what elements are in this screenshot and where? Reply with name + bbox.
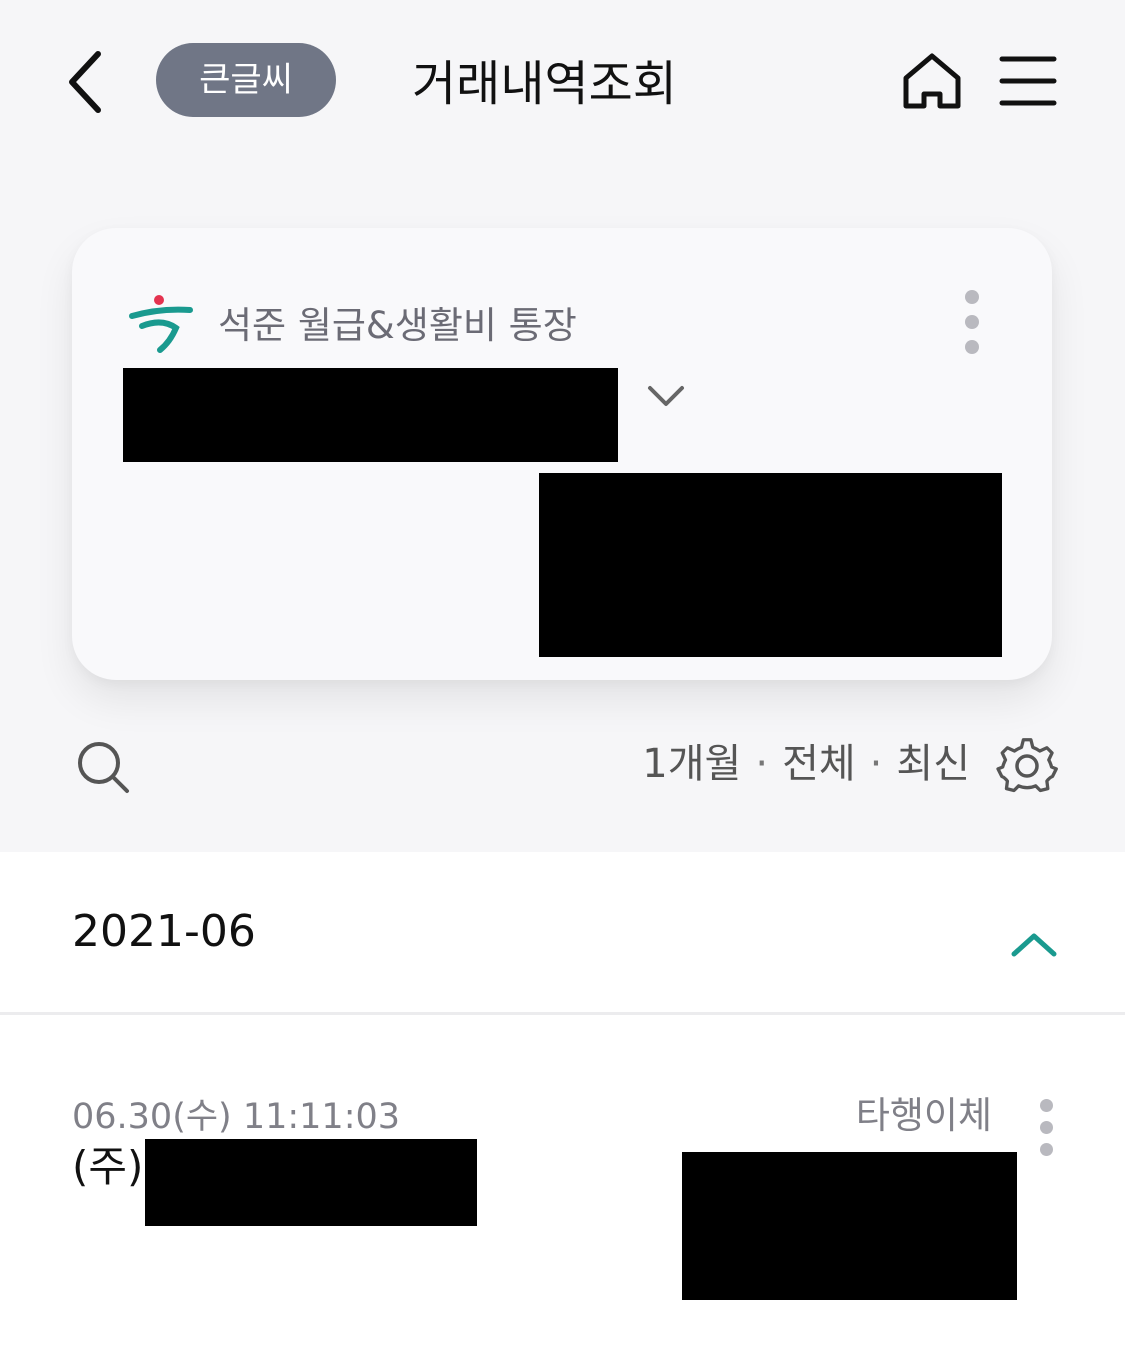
month-section-header[interactable]: 2021-06 <box>0 852 1125 1015</box>
filter-type: 전체 <box>782 741 856 787</box>
account-select-dropdown[interactable] <box>644 378 688 418</box>
dot <box>1040 1143 1053 1156</box>
transaction-amount-redacted <box>682 1152 1017 1300</box>
transaction-more-button[interactable] <box>1034 1099 1060 1157</box>
account-name: 석준 월급&생활비 통장 <box>218 304 577 347</box>
dot <box>965 290 979 304</box>
filter-separator: · <box>869 741 883 787</box>
account-more-button[interactable] <box>958 290 986 354</box>
filter-order: 최신 <box>896 741 970 787</box>
chevron-up-icon <box>1011 933 1057 957</box>
filter-summary[interactable]: 1개월 · 전체 · 최신 <box>560 736 970 792</box>
transaction-datetime: 06.30(수) 11:11:03 <box>72 1097 401 1137</box>
chevron-down-icon <box>648 386 684 406</box>
back-button[interactable] <box>58 44 118 120</box>
hana-bank-logo-icon <box>129 295 193 353</box>
collapse-month-button[interactable] <box>1008 928 1060 958</box>
account-number-redacted <box>123 368 618 462</box>
transaction-name-redacted <box>145 1139 477 1226</box>
search-icon <box>78 742 129 793</box>
dot <box>1040 1099 1053 1112</box>
header: 큰글씨 거래내역조회 <box>0 0 1125 160</box>
transaction-type: 타행이체 <box>855 1094 992 1137</box>
account-balance-redacted <box>539 473 1002 657</box>
dot <box>965 315 979 329</box>
dot <box>1040 1121 1053 1134</box>
settings-button[interactable] <box>996 735 1058 797</box>
home-button[interactable] <box>900 50 964 112</box>
large-font-button[interactable]: 큰글씨 <box>156 43 336 117</box>
gear-icon <box>996 738 1058 793</box>
page-title: 거래내역조회 <box>412 56 677 112</box>
chevron-left-icon <box>69 51 101 113</box>
account-card[interactable]: 석준 월급&생활비 통장 <box>72 228 1052 680</box>
transaction-name-prefix: (주) <box>72 1142 144 1191</box>
month-label: 2021-06 <box>72 906 256 957</box>
search-button[interactable] <box>74 738 132 796</box>
bank-logo <box>128 294 194 354</box>
hamburger-menu-icon <box>999 56 1057 106</box>
home-icon <box>903 53 961 109</box>
filter-separator: · <box>755 741 769 787</box>
dot <box>965 340 979 354</box>
menu-button[interactable] <box>998 52 1060 110</box>
filter-period: 1개월 <box>642 741 742 787</box>
transaction-item[interactable]: 06.30(수) 11:11:03 타행이체 (주) <box>0 1015 1125 1356</box>
